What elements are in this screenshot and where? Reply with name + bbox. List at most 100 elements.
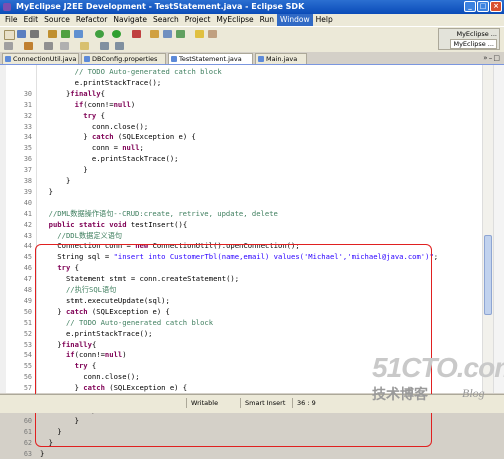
line-number: 57 [6, 383, 32, 394]
menu-navigate[interactable]: Navigate [110, 14, 150, 26]
forward-icon[interactable] [115, 42, 124, 50]
menu-project[interactable]: Project [182, 14, 214, 26]
run-icon[interactable] [112, 30, 121, 38]
code-line[interactable]: 37 } [0, 165, 504, 176]
menu-refactor[interactable]: Refactor [73, 14, 110, 26]
code-line[interactable]: 45 String sql = "insert into CustomerTbl… [0, 252, 504, 263]
code-line[interactable]: 38 } [0, 176, 504, 187]
editor-tab-bar: » – □ ConnectionUtil.javaDBConfig.proper… [0, 52, 504, 65]
save-icon[interactable] [17, 30, 26, 38]
code-line[interactable]: 61 } [0, 427, 504, 438]
perspective-primary[interactable]: MyEclipse ... [456, 30, 497, 38]
title-bar: MyEclipse J2EE Development - TestStateme… [0, 0, 504, 14]
java-file-icon [171, 56, 177, 62]
new-package-icon[interactable] [163, 30, 172, 38]
code-line[interactable]: 50 } catch (SQLException e) { [0, 307, 504, 318]
open-icon[interactable] [4, 42, 13, 50]
code-line[interactable]: 31 if(conn!=null) [0, 100, 504, 111]
code-line[interactable]: 60 } [0, 416, 504, 427]
eclipse-window: MyEclipse J2EE Development - TestStateme… [0, 0, 504, 412]
code-text: } [40, 165, 88, 176]
code-line[interactable]: 62 } [0, 438, 504, 449]
code-line[interactable]: 57 } catch (SQLException e) { [0, 383, 504, 394]
search-icon[interactable] [208, 30, 217, 38]
code-line[interactable]: 34 } catch (SQLException e) { [0, 132, 504, 143]
line-number: 34 [6, 132, 32, 143]
code-line[interactable]: 40 [0, 198, 504, 209]
code-line[interactable]: 43 //DDL数据定义语句 [0, 231, 504, 242]
code-text: e.printStackTrace(); [40, 78, 161, 89]
perspective-secondary[interactable]: MyEclipse ... [450, 39, 497, 49]
line-number: 52 [6, 329, 32, 340]
tab-connectionutil-java[interactable]: ConnectionUtil.java [2, 53, 79, 64]
menu-edit[interactable]: Edit [21, 14, 42, 26]
code-line[interactable]: 39 } [0, 187, 504, 198]
code-line[interactable]: 44 Connection conn = new ConnectionUtil(… [0, 241, 504, 252]
line-number: 37 [6, 165, 32, 176]
code-line[interactable]: 36 e.printStackTrace(); [0, 154, 504, 165]
line-number: 35 [6, 143, 32, 154]
code-line[interactable]: // TODO Auto-generated catch block [0, 67, 504, 78]
code-text: try { [40, 263, 79, 274]
code-line[interactable]: 41 //DML数据操作语句--CRUD:create, retrive, up… [0, 209, 504, 220]
toggle-mark-icon[interactable] [44, 42, 53, 50]
code-line[interactable]: 63} [0, 449, 504, 459]
tab-controls[interactable]: » – □ [483, 54, 500, 62]
code-line[interactable]: 55 try { [0, 361, 504, 372]
tab-label: Main.java [266, 55, 297, 63]
line-number: 36 [6, 154, 32, 165]
code-line[interactable]: 30 }finally{ [0, 89, 504, 100]
menu-file[interactable]: File [2, 14, 21, 26]
line-number: 31 [6, 100, 32, 111]
code-line[interactable]: 52 e.printStackTrace(); [0, 329, 504, 340]
code-line[interactable]: 33 conn.close(); [0, 122, 504, 133]
code-line[interactable]: 49 stmt.executeUpdate(sql); [0, 296, 504, 307]
menu-myeclipse[interactable]: MyEclipse [213, 14, 256, 26]
java-file-icon [258, 56, 264, 62]
code-text: } catch (SQLException e) { [40, 383, 187, 394]
server-icon[interactable] [74, 30, 83, 38]
code-line[interactable]: 56 conn.close(); [0, 372, 504, 383]
back-icon[interactable] [100, 42, 109, 50]
code-line[interactable]: 42 public static void testInsert(){ [0, 220, 504, 231]
next-annotation-icon[interactable] [60, 42, 69, 50]
code-line[interactable]: e.printStackTrace(); [0, 78, 504, 89]
tab-dbconfig-properties[interactable]: DBConfig.properties [81, 53, 166, 64]
line-number: 55 [6, 361, 32, 372]
edit-icon[interactable] [24, 42, 33, 50]
menu-window[interactable]: Window [277, 14, 313, 26]
code-text: if(conn!=null) [40, 100, 135, 111]
tab-teststatement-java[interactable]: TestStatement.java [168, 53, 253, 64]
print-icon[interactable] [30, 30, 39, 38]
window-title: MyEclipse J2EE Development - TestStateme… [16, 2, 304, 11]
new-java-project-icon[interactable] [150, 30, 159, 38]
tab-main-java[interactable]: Main.java [255, 53, 307, 64]
code-text: try { [40, 111, 105, 122]
code-line[interactable]: 48 //执行SQL语句 [0, 285, 504, 296]
open-type-icon[interactable] [195, 30, 204, 38]
external-tools-icon[interactable] [132, 30, 141, 38]
code-line[interactable]: 32 try { [0, 111, 504, 122]
menu-help[interactable]: Help [313, 14, 336, 26]
code-editor[interactable]: // TODO Auto-generated catch block e.pri… [0, 65, 504, 393]
code-line[interactable]: 46 try { [0, 263, 504, 274]
last-edit-icon[interactable] [80, 42, 89, 50]
run-debug-icon[interactable] [95, 30, 104, 38]
code-line[interactable]: 53 }finally{ [0, 340, 504, 351]
debug-icon[interactable] [48, 30, 57, 38]
code-line[interactable]: 35 conn = null; [0, 143, 504, 154]
minimize-button[interactable]: _ [464, 1, 476, 12]
code-line[interactable]: 54 if(conn!=null) [0, 350, 504, 361]
code-line[interactable]: 47 Statement stmt = conn.createStatement… [0, 274, 504, 285]
code-line[interactable]: 51 // TODO Auto-generated catch block [0, 318, 504, 329]
new-class-icon[interactable] [176, 30, 185, 38]
close-button[interactable]: × [490, 1, 502, 12]
code-text: } catch (SQLException e) { [40, 132, 196, 143]
maximize-button[interactable]: □ [477, 1, 489, 12]
menu-run[interactable]: Run [257, 14, 277, 26]
new-file-icon[interactable] [4, 30, 15, 40]
deploy-icon[interactable] [61, 30, 70, 38]
perspective-switcher[interactable]: MyEclipse ... MyEclipse ... [438, 28, 500, 50]
menu-source[interactable]: Source [41, 14, 73, 26]
menu-search[interactable]: Search [150, 14, 182, 26]
